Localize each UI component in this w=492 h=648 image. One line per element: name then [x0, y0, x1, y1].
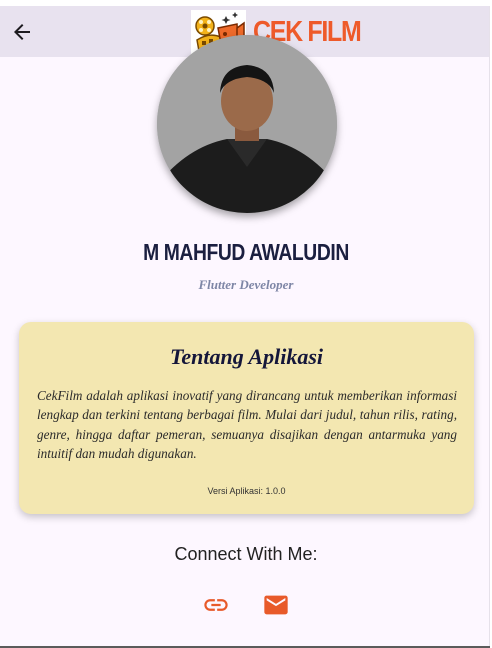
about-title: Tentang Aplikasi [169, 344, 324, 369]
app-version: Versi Aplikasi: 1.0.0 [207, 486, 286, 496]
arrow-left-icon[interactable] [10, 20, 34, 44]
about-card: Tentang Aplikasi CekFilm adalah aplikasi… [19, 322, 474, 514]
about-description: CekFilm adalah aplikasi inovatif yang di… [37, 388, 457, 461]
connect-label: Connect With Me: [174, 544, 318, 564]
profile-name: M MAHFUD AWALUDIN [143, 239, 349, 265]
mail-icon[interactable] [262, 591, 290, 619]
link-icon[interactable] [202, 591, 230, 619]
profile-screen: CEK FILM M MAHFUD AWALUDIN Flutter Devel… [0, 6, 490, 646]
profile-role: Flutter Developer [198, 277, 294, 292]
avatar [157, 35, 337, 213]
